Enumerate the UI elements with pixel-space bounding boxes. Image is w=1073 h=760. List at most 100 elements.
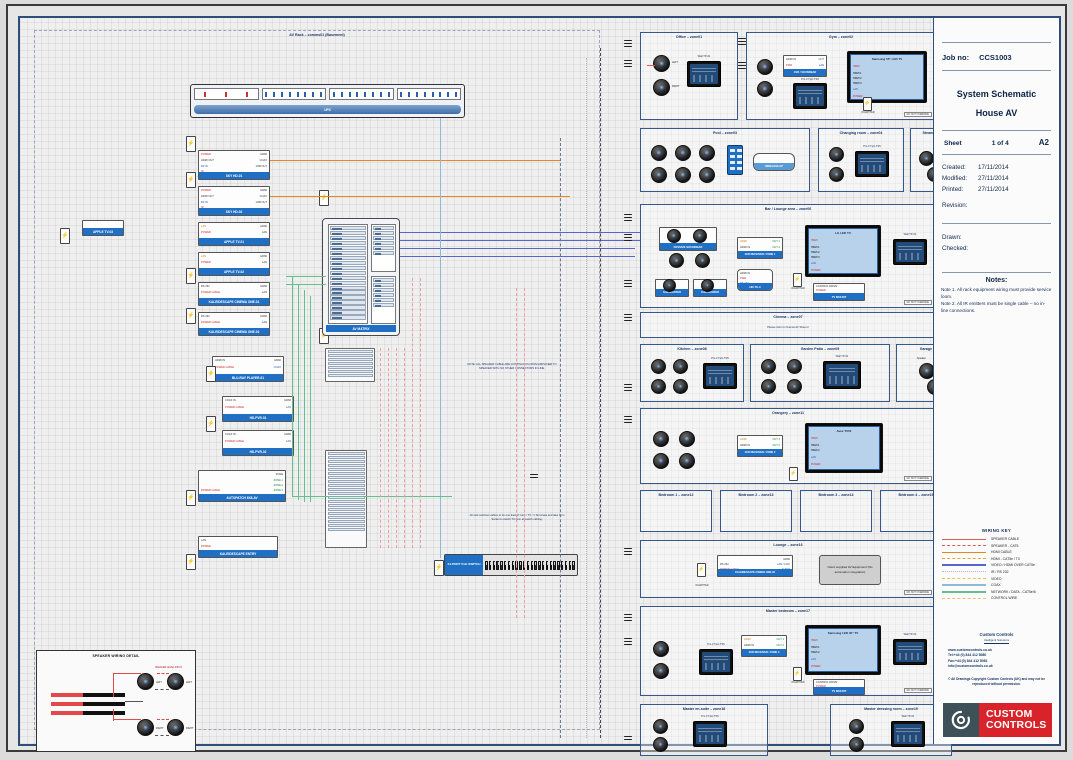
company-email[interactable]: info@customcontrols.co.uk — [940, 664, 1053, 669]
key-line-swatch — [942, 564, 986, 567]
touch-panel[interactable] — [823, 361, 861, 389]
ir-emitter-module: ⚡ — [793, 667, 802, 681]
touch-panel[interactable] — [687, 61, 721, 87]
keypad[interactable] — [727, 145, 743, 175]
device-label: APPLE TV-02 — [199, 268, 269, 275]
modified-value: 27/11/2014 — [978, 174, 1009, 182]
job-number-row: Job no: CCS1003 — [934, 47, 1059, 66]
sheet-number: 1 of 4 — [991, 140, 1009, 147]
zone-label: Garden Patio – zone09 — [800, 346, 840, 351]
connector-pins — [624, 638, 632, 647]
speaker-label: LEFT — [156, 681, 162, 684]
device-apple-tv-02: LAN HDMI POWER LAN APPLE TV-02 — [198, 252, 270, 276]
speaker — [653, 641, 669, 657]
connector-pins — [624, 314, 632, 323]
speaker — [167, 673, 184, 690]
connector-pins — [624, 40, 632, 49]
television: Avex TV01 HDMI HDMI 1 HDMI 2 LAN POWER — [805, 423, 883, 473]
zone-bar-lounge: Bar / Lounge area – zone06 PASSIVE SOUND… — [640, 204, 936, 308]
wire-speaker-cat5 — [380, 348, 381, 548]
zone-pool: Pool – zone03 WIRELESS AP — [640, 128, 810, 192]
ups-outlet-row — [194, 88, 461, 100]
device-ports: RS 232 HDMI POWER CABLE LAN — [201, 315, 267, 324]
wiring-key-item: IR / RS 232 — [942, 570, 1051, 574]
cable-black — [83, 702, 125, 706]
device-bluray-01: HDMI IN HDMI POWER CABLE COAX BLU-RAY PLAY… — [212, 356, 284, 382]
speaker-label: LEFT — [186, 681, 192, 684]
kaleidescape-cinema-one-03: HDMIRS 232LAN / LINKPOWER CABLEAUDIO KAL… — [717, 555, 793, 577]
title-block: Job no: CCS1003 System Schematic House A… — [933, 18, 1059, 744]
lightning-icon: ⚡ — [187, 273, 195, 279]
copyright-notice: © All Drawings Copyright Custom Controls… — [948, 676, 1045, 686]
touch-panel[interactable] — [893, 239, 927, 265]
touch-panel[interactable] — [893, 639, 927, 665]
connector-pins — [624, 548, 632, 557]
ir-emitter-module: ⚡ — [186, 554, 196, 570]
notes-body: Note 1. All rack equipment wiring must p… — [934, 287, 1059, 315]
zone-label: Bedroom 1 – zone12 — [658, 492, 694, 497]
wiring-key-item: SPEAKER - CAT5 — [942, 544, 1051, 548]
hd-tx-3: HDMI INPWRRS 232 HD-TX-3 — [737, 269, 773, 291]
key-label: NETWORK / DATA - CAT5e/6 — [991, 589, 1036, 594]
connector-pins — [624, 280, 632, 289]
zone-stamp: DO NOT OVERRIDE — [903, 590, 932, 595]
speaker — [787, 379, 802, 394]
notes-heading: Notes: — [985, 276, 1008, 284]
wiring-key-item: SPEAKER CABLE — [942, 537, 1051, 541]
speaker — [669, 253, 684, 268]
company-logo: CUSTOM CONTROLS — [942, 702, 1053, 738]
touch-panel[interactable] — [855, 151, 889, 177]
touch-panel[interactable] — [891, 721, 925, 747]
tv-mount: CONTROL DRIVEPOWER TV MOUNT — [813, 679, 865, 695]
wire-speaker-cat5 — [396, 348, 397, 548]
touch-panel[interactable] — [699, 649, 733, 675]
key-label: SPEAKER - CAT5 — [991, 543, 1019, 548]
logo-text: CUSTOM CONTROLS — [979, 703, 1052, 737]
ir-emitter-module: ⚡ — [434, 560, 444, 576]
lightning-icon: ⚡ — [187, 495, 195, 501]
switch-cable-note: All rack switches cables to be one feed … — [469, 514, 565, 522]
logo-line-2: CONTROLS — [986, 719, 1047, 731]
device-hd-pvr-01: COAX IN HDMI POWER CABLE LAN HD-PVR-01 — [222, 396, 294, 422]
avr-receiver: HDMI OUT 1 HDMI IN OUT 2 AVR RECEIVER / ZON… — [737, 237, 783, 259]
key-line-swatch — [942, 590, 986, 593]
zone-kitchen: Kitchen – zone08 Pro 3 Tplc-TS5 — [640, 344, 744, 402]
wiring-key-item: HDMI CABLE — [942, 550, 1051, 554]
device-sky-hd-02: POWERHDMI HDMI OUTCOAX RF INLNB OUT IR S… — [198, 186, 270, 216]
cable-black — [83, 693, 125, 697]
device-label: APPLE TV-03 — [83, 228, 123, 235]
zone-label: Master bedroom – zone17 — [765, 608, 811, 613]
drawing-subtitle: House AV — [975, 108, 1018, 118]
ir-emitter-module: ⚡ — [186, 136, 196, 152]
device-label: KALEIDESCAPE CINEMA ONE-02 — [199, 328, 269, 335]
ir-emitter-module: ⚡ — [697, 563, 706, 577]
key-label: IR / RS 232 — [991, 569, 1009, 574]
zone-label: Office – zone01 — [675, 34, 703, 39]
touch-panel[interactable] — [793, 83, 827, 109]
wire-network — [304, 290, 305, 502]
touch-panel[interactable] — [703, 363, 737, 389]
wire-network — [292, 276, 293, 496]
speaker — [673, 379, 688, 394]
touch-panel[interactable] — [693, 721, 727, 747]
connector-pins — [624, 384, 632, 393]
zone-label: Cinema – zone07 — [773, 314, 803, 319]
speaker — [693, 229, 707, 243]
zone-gym: Gym – zone02 HDMI IN OUT PWR LAN AVR / SOUN… — [746, 32, 936, 120]
sheet-row: Sheet 1 of 4 A2 — [934, 135, 1059, 150]
speaker — [829, 167, 844, 182]
zone-stamp: DO NOT OVERRIDE — [903, 476, 932, 481]
lightning-icon: ⚡ — [435, 565, 443, 571]
zone-label: Lounge – zone16 — [773, 542, 803, 547]
zone-label: Bar / Lounge area – zone06 — [764, 206, 812, 211]
zone-bedroom-1: Bedroom 1 – zone12 — [640, 490, 712, 532]
swoosh-icon — [943, 703, 979, 737]
drawn-label: Drawn: — [942, 233, 962, 241]
detail-note: SPEAKER LEVEL INPUT — [155, 666, 183, 669]
zone-label: Orangery – zone11 — [772, 410, 804, 415]
created-label: Created: — [942, 164, 966, 171]
wireless-access-point: WIRELESS AP — [753, 153, 795, 171]
zone-stamp: DO NOT OVERRIDE — [903, 688, 932, 693]
drawing-sheet: AV Rack – comms01 (Basement) UPS POWER HD… — [18, 16, 1061, 756]
speaker — [651, 379, 666, 394]
